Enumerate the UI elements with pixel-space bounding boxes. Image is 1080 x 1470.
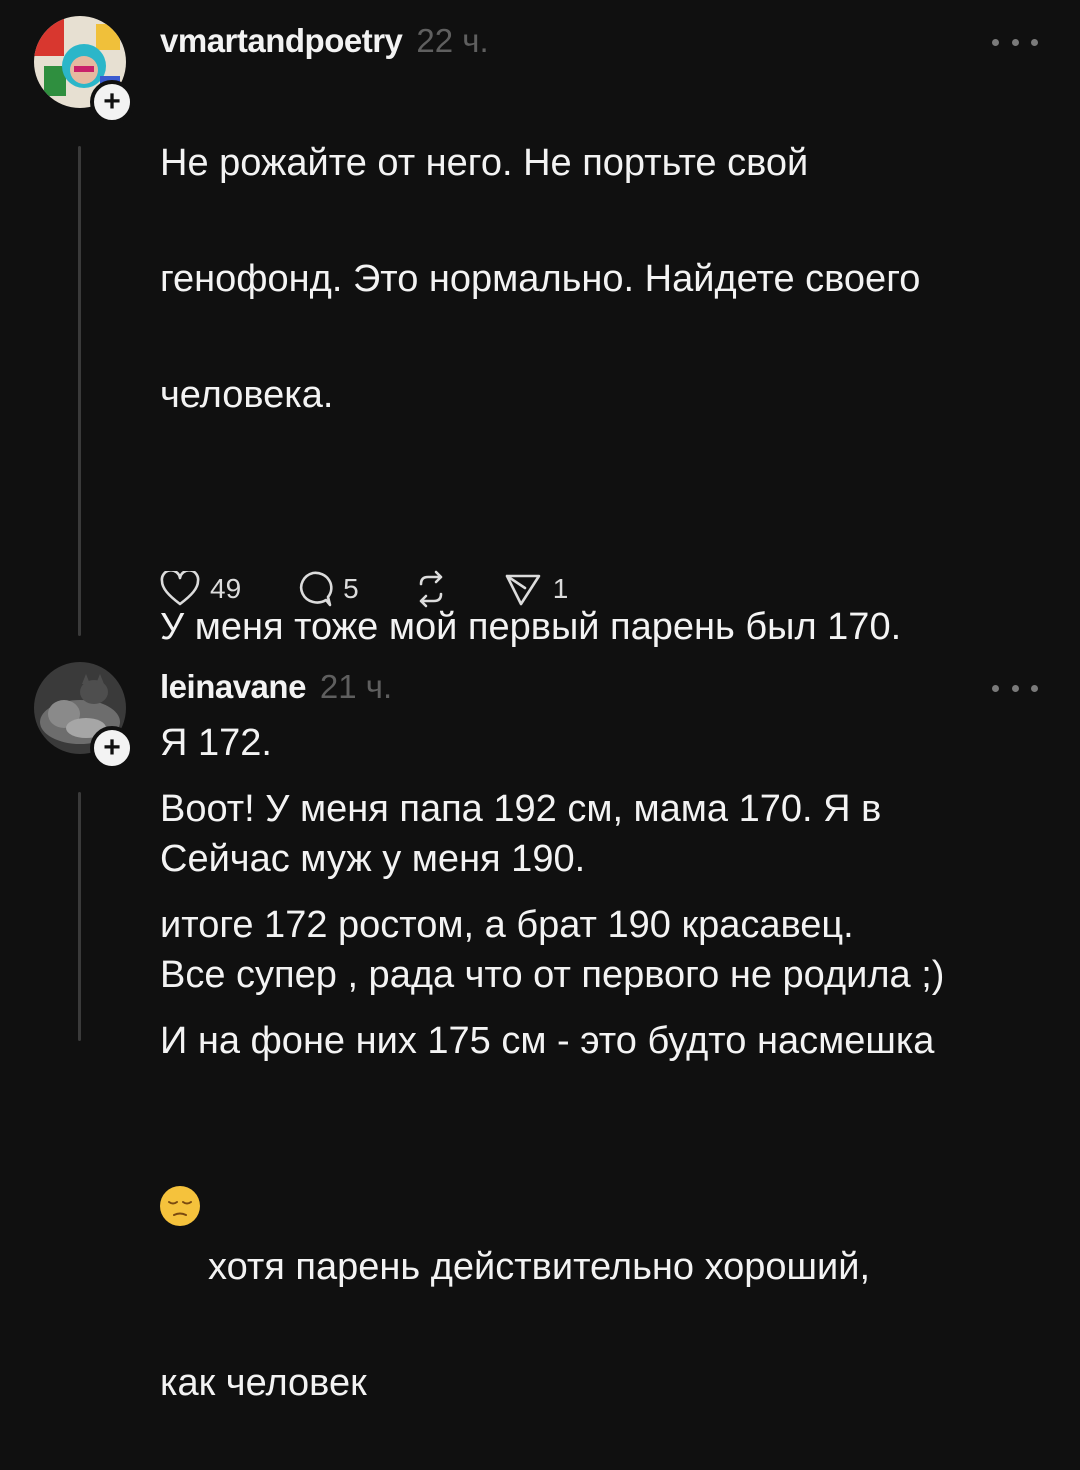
- avatar-container[interactable]: +: [34, 16, 134, 124]
- pensive-face-emoji: [160, 1186, 200, 1226]
- follow-plus-icon[interactable]: +: [90, 80, 134, 124]
- send-icon: [505, 574, 541, 606]
- avatar-container[interactable]: +: [34, 662, 134, 770]
- username[interactable]: vmartandpoetry: [160, 22, 403, 60]
- text-line: И на фоне них 175 см - это будто насмешк…: [160, 1020, 935, 1062]
- repost-icon: [419, 570, 443, 608]
- repost-button[interactable]: [411, 570, 451, 608]
- text-line: как человек: [160, 1362, 367, 1404]
- timestamp: 21 ч.: [319, 668, 393, 705]
- more-dots-icon[interactable]: [992, 36, 1038, 48]
- share-button[interactable]: 1: [503, 570, 569, 608]
- heart-icon: [160, 571, 200, 606]
- text-blank-line: [160, 482, 1050, 540]
- action-bar: 49 5 1: [160, 570, 620, 608]
- comment-button[interactable]: 5: [293, 570, 359, 608]
- username[interactable]: leinavane: [160, 668, 306, 706]
- timestamp: 22 ч.: [416, 22, 489, 59]
- thread-line: [78, 792, 81, 1041]
- post-header: leinavane 21 ч.: [160, 668, 392, 706]
- comment-bubble-icon: [300, 571, 333, 607]
- text-line: Воот! У меня папа 192 см, мама 170. Я в: [160, 788, 882, 830]
- text-line: итоге 172 ростом, а брат 190 красавец.: [160, 904, 854, 946]
- comment-count: 5: [343, 573, 359, 604]
- text-line: генофонд. Это нормально. Найдете своего: [160, 258, 921, 300]
- share-count: 1: [552, 573, 569, 604]
- like-count: 49: [210, 573, 242, 604]
- text-line: человека.: [160, 374, 334, 416]
- post-text: Воот! У меня папа 192 см, мама 170. Я в …: [160, 722, 1050, 1470]
- text-line-with-emoji: хотя парень действительно хороший,: [160, 1128, 1050, 1296]
- text-line: хотя парень действительно хороший,: [208, 1246, 871, 1288]
- more-dots-icon[interactable]: [992, 682, 1038, 694]
- text-line: Не рожайте от него. Не портьте свой: [160, 142, 809, 184]
- post-header: vmartandpoetry 22 ч.: [160, 22, 489, 60]
- follow-plus-icon[interactable]: +: [90, 726, 134, 770]
- like-button[interactable]: 49: [160, 571, 241, 607]
- thread-line: [78, 146, 81, 636]
